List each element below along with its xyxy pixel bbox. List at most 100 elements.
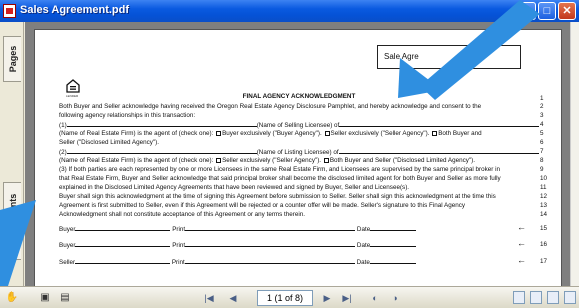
sig-print: Print [172, 226, 186, 233]
tab-attachments-label: Attachments [7, 193, 18, 249]
line-number: 10 [540, 175, 548, 182]
doc-line-4: (1) (Name of Selling Licensee) of [59, 121, 540, 130]
document-icon[interactable]: ▤ [58, 291, 72, 305]
status-bar: ✋ ▣ ▤ |◀ ◀ 1 (1 of 8) ▶ ▶| ◐ ◑ [0, 286, 579, 308]
doc-heading: FINAL AGENCY ACKNOWLEDGMENT [242, 93, 356, 100]
sig-date: Date [356, 259, 370, 266]
facing-view-icon[interactable] [547, 291, 559, 304]
acrobat-window: Sales Agreement.pdf – □ ✕ Pages Attachme… [0, 0, 579, 308]
navigation-panel: Pages Attachments [0, 22, 24, 286]
window-title: Sales Agreement.pdf [20, 4, 130, 16]
close-button[interactable]: ✕ [558, 2, 576, 20]
page-number-field[interactable]: 1 (1 of 8) [257, 290, 313, 306]
sig-print: Print [172, 242, 186, 249]
signature-field[interactable] [75, 225, 171, 231]
line-number: 11 [540, 184, 547, 191]
signature-field[interactable] [75, 241, 171, 247]
checkbox-seller-exclusive-2[interactable] [216, 157, 222, 163]
minimize-button[interactable]: – [518, 2, 536, 20]
line-number: 7 [540, 148, 544, 155]
sign-here-arrow-icon: ← [517, 222, 526, 232]
doc-line-10: that Real Estate Firm, Buyer and Seller … [59, 175, 501, 182]
doc-line-8: (Name of Real Estate Firm) is the agent … [59, 157, 475, 165]
signature-field[interactable] [75, 258, 171, 264]
sig-date: Date [356, 226, 371, 233]
print-name-field[interactable] [185, 225, 356, 231]
selling-licensee-field[interactable] [66, 121, 257, 127]
line-5-opt3: Both Buyer and [438, 130, 482, 137]
line-7-label: (2) [59, 149, 67, 156]
maximize-button[interactable]: □ [538, 2, 556, 20]
line-number: 1 [540, 95, 544, 102]
selling-firm-field[interactable] [339, 121, 540, 127]
doc-line-9: (3) If both parties are each represented… [59, 166, 501, 173]
doc-line-11: explained in the Disclosed Limited Agenc… [59, 184, 410, 191]
tab-pages[interactable]: Pages [3, 36, 21, 82]
signature-row: Seller Print Date [59, 258, 416, 267]
prev-page-button[interactable]: ◀ [226, 291, 240, 305]
line-5-label: (Name of Real Estate Firm) is the agent … [59, 130, 214, 137]
date-field[interactable] [370, 225, 417, 231]
doc-line-3: following agency relationships in this t… [59, 112, 196, 119]
hand-tool-icon[interactable]: ✋ [5, 291, 19, 305]
document-view[interactable]: Sale Agre LENDER FINAL AGENCY ACKNOWLEDG… [25, 22, 570, 286]
line-number: 14 [540, 211, 548, 218]
line-number: 2 [540, 103, 544, 110]
line-8-label: (Name of Real Estate Firm) is the agent … [59, 157, 214, 164]
single-page-view-icon[interactable] [513, 291, 525, 304]
line-4-mid: (Name of Selling Licensee) of [256, 122, 340, 129]
print-name-field[interactable] [185, 241, 356, 247]
date-field[interactable] [369, 258, 416, 264]
last-page-button[interactable]: ▶| [340, 291, 354, 305]
continuous-facing-view-icon[interactable] [564, 291, 576, 304]
doc-line-12: Buyer shall sign this acknowledgment at … [59, 193, 496, 200]
line-number: 17 [540, 258, 548, 265]
sig-role: Buyer [59, 242, 76, 249]
listing-licensee-field[interactable] [66, 148, 257, 154]
title-bar: Sales Agreement.pdf – □ ✕ [0, 0, 579, 22]
line-number: 4 [540, 121, 544, 128]
sig-date: Date [356, 242, 371, 249]
listing-firm-field[interactable] [338, 148, 539, 154]
tab-pages-label: Pages [7, 45, 18, 73]
doc-line-2: Both Buyer and Seller acknowledge having… [59, 103, 482, 110]
date-field[interactable] [370, 241, 417, 247]
doc-line-6: Seller ("Disclosed Limited Agency"). [59, 139, 160, 146]
sig-role: Seller [59, 259, 76, 266]
back-button[interactable]: ◐ [368, 291, 382, 305]
sig-print: Print [171, 259, 185, 266]
signature-row: Buyer Print Date [59, 225, 417, 234]
checkbox-buyer-exclusive[interactable] [216, 130, 222, 136]
tab-attachments[interactable]: Attachments [3, 182, 21, 260]
checkbox-both[interactable] [432, 130, 438, 136]
checkbox-both-2[interactable] [323, 157, 329, 163]
signature-row: Buyer Print Date [59, 241, 417, 250]
equal-housing-icon [66, 79, 80, 93]
doc-line-14: Acknowledgment shall not constitute acce… [59, 211, 306, 218]
line-number: 8 [540, 157, 544, 164]
print-name-field[interactable] [184, 258, 355, 264]
continuous-view-icon[interactable] [530, 291, 542, 304]
forward-button[interactable]: ◑ [388, 291, 402, 305]
line-number: 9 [540, 166, 544, 173]
line-number: 12 [540, 193, 548, 200]
screen-icon[interactable]: ▣ [38, 291, 52, 305]
line-5-opt2: Seller exclusively ("Seller Agency"). [330, 130, 430, 137]
vertical-scrollbar[interactable] [570, 22, 579, 286]
line-4-label: (1) [59, 122, 67, 129]
checkbox-seller-exclusive[interactable] [324, 130, 330, 136]
header-box: Sale Agre [377, 45, 521, 69]
sign-here-arrow-icon: ← [517, 238, 526, 248]
next-page-button[interactable]: ▶ [320, 291, 334, 305]
line-number: 13 [540, 202, 548, 209]
line-number: 5 [540, 130, 544, 137]
line-5-opt1: Buyer exclusively ("Buyer Agency"). [222, 130, 322, 137]
first-page-button[interactable]: |◀ [202, 291, 216, 305]
line-number: 16 [540, 241, 548, 248]
pdf-app-icon [3, 4, 16, 18]
sig-role: Buyer [59, 226, 76, 233]
line-7-mid: (Name of Listing Licensee) of [256, 149, 339, 156]
line-number: 15 [540, 225, 548, 232]
sign-here-arrow-icon: ← [517, 255, 526, 265]
line-number: 6 [540, 139, 544, 146]
